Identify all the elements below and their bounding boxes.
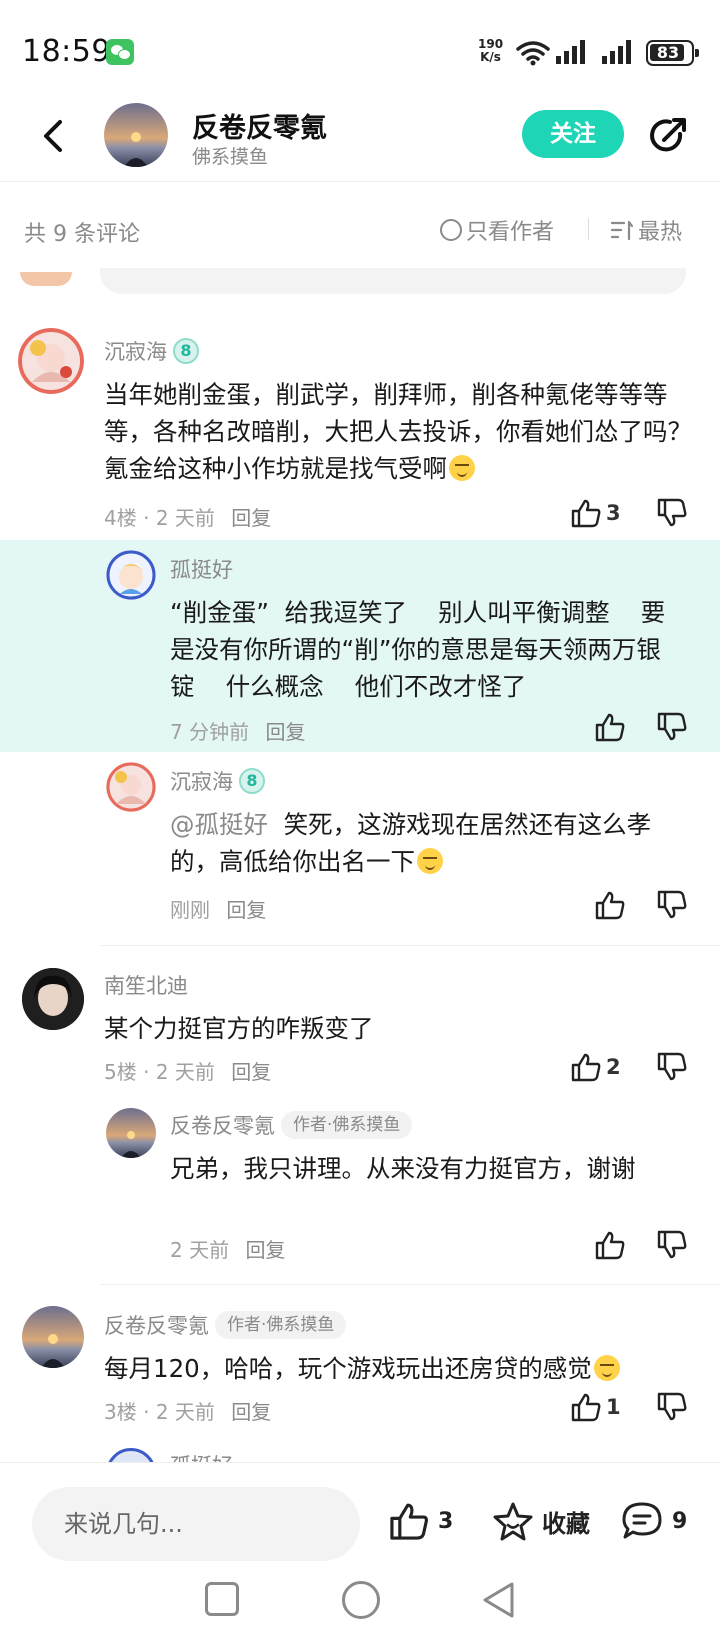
avatar[interactable] <box>18 328 84 394</box>
author-only-label: 只看作者 <box>466 220 555 245</box>
post-header: 反卷反零氪 佛系摸鱼 关注 <box>0 100 720 182</box>
divider <box>100 1284 720 1285</box>
comment-text: 当年她削金蛋，削武学，削拜师，削各种氪佬等等等等，各种名改暗削，大把人去投诉，你… <box>104 380 692 483</box>
comment-text: 每月120，哈哈，玩个游戏玩出还房贷的感觉 <box>104 1350 694 1387</box>
reply-author[interactable]: 孤挺好 <box>170 554 233 584</box>
thumb-up-icon[interactable] <box>594 890 626 920</box>
thumb-down-icon[interactable] <box>656 890 688 920</box>
thumb-up-icon[interactable] <box>594 712 626 742</box>
recents-button[interactable] <box>205 1582 239 1616</box>
status-time: 18:59 <box>22 34 111 69</box>
radio-icon <box>440 219 462 241</box>
like-button[interactable]: 1 <box>570 1392 621 1422</box>
reply-author[interactable]: 反卷反零氪 作者·佛系摸鱼 <box>170 1110 413 1140</box>
author-signature: 佛系摸鱼 <box>192 146 269 168</box>
comment-filter-bar: 共 9 条评论 只看作者 最热 <box>0 182 720 278</box>
battery-icon: 83 <box>646 40 699 66</box>
network-speed: 190 K/s <box>478 37 504 64</box>
star-icon <box>493 1502 533 1541</box>
comment-count: 共 9 条评论 <box>24 222 140 247</box>
avatar[interactable] <box>106 1108 156 1158</box>
thumb-down-icon[interactable] <box>656 1392 688 1422</box>
wifi-icon <box>516 41 550 66</box>
comment-author[interactable]: 南笙北迪 <box>104 970 188 1000</box>
reply-button[interactable]: 回复 <box>231 1400 271 1424</box>
comment-meta: 3楼 · 2 天前 回复 <box>104 1400 272 1424</box>
reply-button[interactable]: 回复 <box>231 1060 271 1084</box>
reply-text: “削金蛋” 给我逗笑了 别人叫平衡调整 要是没有你所谓的“削”你的意思是每天领两… <box>170 598 666 701</box>
like-button[interactable]: 3 <box>570 498 621 528</box>
sort-label: 最热 <box>638 220 683 245</box>
thumb-up-icon[interactable] <box>594 1230 626 1260</box>
thumb-up-icon <box>571 1393 601 1422</box>
status-bar: 18:59 190 K/s 83 <box>0 0 720 100</box>
follow-button[interactable]: 关注 <box>522 110 624 158</box>
reply-box <box>100 268 686 294</box>
avatar[interactable] <box>106 550 156 600</box>
reply-button[interactable]: 回复 <box>245 1238 285 1262</box>
battery-level: 83 <box>656 43 680 62</box>
reply-meta: 2 天前 回复 <box>170 1238 286 1262</box>
thumb-up-icon <box>390 1503 428 1540</box>
avatar[interactable] <box>22 968 84 1030</box>
thumb-down-icon[interactable] <box>656 712 688 742</box>
wechat-notification-icon <box>106 39 134 65</box>
level-badge: 8 <box>173 338 199 364</box>
reply-author[interactable]: 沉寂海 8 <box>170 766 265 796</box>
thumb-down-icon[interactable] <box>656 1052 688 1082</box>
author-only-toggle[interactable]: 只看作者 <box>440 214 554 246</box>
reply-button[interactable]: 回复 <box>226 898 266 922</box>
avatar[interactable] <box>104 103 168 167</box>
comment-meta: 4楼 · 2 天前 回复 <box>104 506 272 530</box>
share-icon[interactable] <box>646 114 690 158</box>
divider <box>588 218 589 240</box>
chevron-left-icon[interactable] <box>34 116 74 156</box>
blush-emoji-icon <box>593 1355 620 1381</box>
comment-input[interactable]: 来说几句... <box>32 1487 360 1561</box>
level-badge: 8 <box>239 768 265 794</box>
smile-emoji-icon <box>449 455 475 481</box>
comment-author[interactable]: 反卷反零氪 作者·佛系摸鱼 <box>104 1310 347 1340</box>
smile-emoji-icon <box>417 848 443 874</box>
reply-text: 兄弟，我只讲理。从来没有力挺官方，谢谢 <box>170 1154 636 1183</box>
comment-text: 某个力挺官方的咋叛变了 <box>104 1014 374 1043</box>
system-navigation-bar <box>0 1572 720 1633</box>
like-button[interactable]: 2 <box>570 1052 621 1082</box>
favorite-button[interactable]: 收藏 <box>492 1501 590 1541</box>
comment-meta: 5楼 · 2 天前 回复 <box>104 1060 272 1084</box>
reply-button[interactable]: 回复 <box>265 720 305 744</box>
reply-meta: 7 分钟前 回复 <box>170 720 306 744</box>
avatar[interactable] <box>106 762 156 812</box>
reply-text: @孤挺好 笑死，这游戏现在居然还有这么孝的，高低给你出名一下 <box>170 810 652 876</box>
thumb-up-icon <box>571 1053 601 1082</box>
avatar[interactable] <box>20 272 72 286</box>
author-tag: 作者·佛系摸鱼 <box>215 1311 347 1339</box>
mention-link[interactable]: @孤挺好 <box>170 810 268 839</box>
divider <box>100 945 720 946</box>
avatar[interactable] <box>22 1306 84 1368</box>
thumb-down-icon[interactable] <box>656 1230 688 1260</box>
post-like-button[interactable]: 3 <box>388 1501 453 1541</box>
comment-bubble-icon <box>622 1502 662 1539</box>
sort-toggle[interactable]: 最热 <box>610 214 682 246</box>
thumb-down-icon[interactable] <box>656 498 688 528</box>
author-tag: 作者·佛系摸鱼 <box>281 1111 413 1139</box>
home-button[interactable] <box>342 1581 380 1619</box>
reply-meta: 刚刚 回复 <box>170 898 267 922</box>
signal-icon <box>556 40 585 64</box>
reply-button[interactable]: 回复 <box>231 506 271 530</box>
sort-icon <box>610 220 634 241</box>
comment-author[interactable]: 沉寂海 8 <box>104 336 199 366</box>
page-title[interactable]: 反卷反零氪 <box>192 106 327 145</box>
signal-icon <box>602 40 631 64</box>
bottom-action-bar: 来说几句... 3 收藏 9 <box>0 1462 720 1572</box>
thumb-up-icon <box>571 499 601 528</box>
comments-button[interactable]: 9 <box>620 1501 687 1541</box>
back-triangle-icon[interactable] <box>480 1580 516 1620</box>
